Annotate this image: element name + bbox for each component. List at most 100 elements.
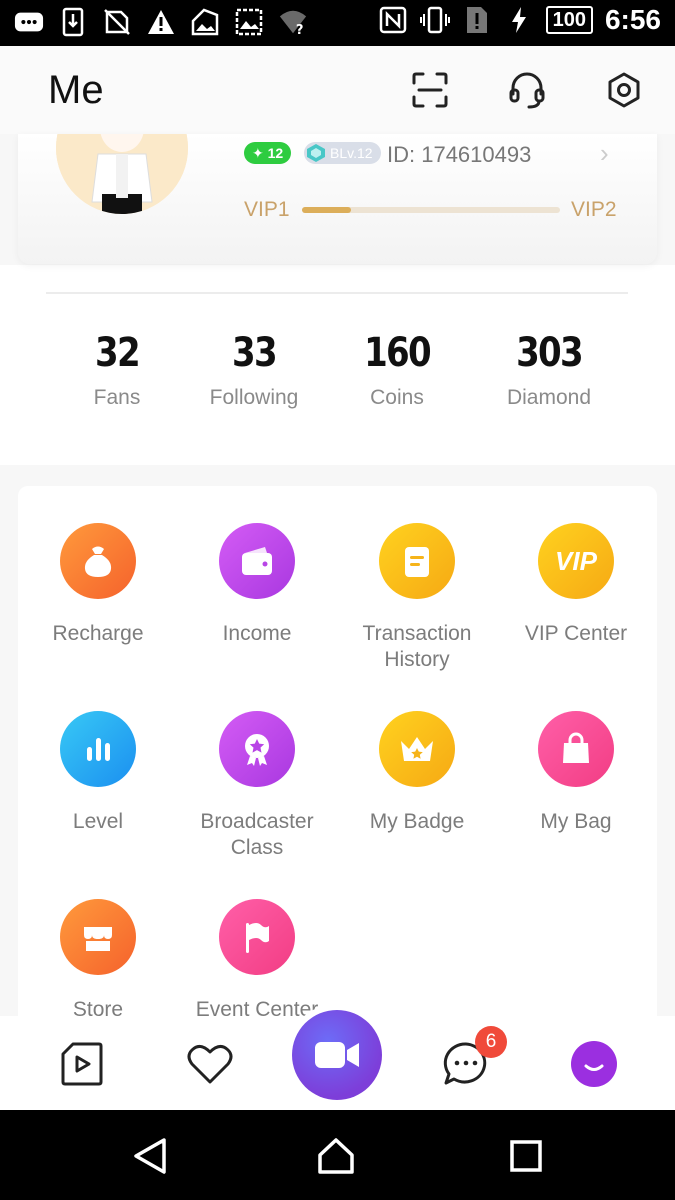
menu-recharge[interactable]: Recharge	[18, 523, 178, 647]
menu-event-center[interactable]: Event Center	[177, 899, 337, 1023]
stat-label: Following	[209, 386, 299, 409]
home-icon	[318, 1138, 354, 1174]
money-bag-icon	[84, 546, 112, 577]
menu-icon-circle	[538, 711, 614, 787]
charging-icon	[504, 4, 534, 36]
nav-videos[interactable]	[56, 1038, 108, 1090]
user-level-badge: ✦ 12	[244, 142, 292, 164]
heart-icon	[187, 1045, 233, 1084]
avatar[interactable]	[56, 134, 188, 214]
bar-chart-icon	[87, 738, 110, 761]
vip-progress-fill	[302, 207, 352, 213]
divider	[46, 292, 628, 294]
menu-level[interactable]: Level	[18, 711, 178, 835]
download-icon	[58, 6, 88, 38]
warning-icon	[146, 6, 176, 38]
profile-face-icon	[571, 1041, 617, 1087]
nfc-icon	[378, 4, 408, 36]
vip-current-level: VIP1	[244, 198, 290, 221]
photo-icon	[190, 6, 220, 38]
vip-icon: VIP	[555, 546, 598, 576]
menu-label: Transaction History	[362, 622, 472, 671]
nav-favorites[interactable]	[184, 1038, 236, 1090]
crown-icon	[401, 737, 433, 761]
menu-label: Income	[222, 622, 292, 645]
menu-grid: Recharge Income Transaction History VIP …	[18, 486, 657, 1046]
broadcaster-level-badge: BLv.12	[304, 142, 381, 164]
page-title: Me	[48, 68, 104, 112]
menu-income[interactable]: Income	[177, 523, 337, 647]
menu-icon-circle	[379, 711, 455, 787]
stat-following[interactable]: 33 Following	[179, 330, 329, 410]
menu-icon-circle	[60, 899, 136, 975]
messages-icon	[14, 6, 44, 38]
image-icon	[234, 6, 264, 38]
stats-row: 32 Fans 33 Following 160 Coins 303 Diamo…	[0, 330, 675, 440]
menu-icon-circle	[219, 523, 295, 599]
settings-button[interactable]	[602, 68, 646, 112]
wifi-question-icon: ?	[278, 6, 308, 38]
document-icon	[405, 547, 429, 577]
menu-vip-center[interactable]: VIP VIP Center	[496, 523, 656, 647]
menu-label: My Badge	[369, 810, 465, 833]
user-level-value: 12	[267, 145, 284, 161]
live-camera-icon	[315, 1042, 359, 1068]
profile-card[interactable]: ✦ 12 BLv.12 ID: 174610493 › VIP1 VIP2	[18, 134, 657, 264]
customer-service-button[interactable]	[505, 68, 549, 112]
avatar-image	[56, 134, 188, 214]
menu-label: Broadcaster Class	[200, 810, 314, 859]
wallet-icon	[242, 547, 272, 575]
headset-icon	[509, 72, 545, 109]
home-button[interactable]	[316, 1136, 356, 1176]
settings-icon	[608, 72, 640, 108]
broadcaster-level-value: BLv.12	[330, 145, 373, 161]
stat-label: Fans	[93, 386, 141, 409]
nav-me[interactable]	[568, 1038, 620, 1090]
svg-text:VIP: VIP	[555, 546, 598, 576]
system-status: 100 6:56	[378, 4, 661, 36]
menu-my-badge[interactable]: My Badge	[337, 711, 497, 835]
stat-label: Diamond	[506, 386, 592, 409]
scan-icon	[412, 72, 448, 108]
stat-value: 303	[516, 330, 584, 376]
stat-coins[interactable]: 160 Coins	[322, 330, 472, 410]
menu-icon-circle	[379, 523, 455, 599]
stat-value: 160	[364, 330, 432, 376]
menu-label: Recharge	[52, 622, 144, 645]
menu-label: VIP Center	[524, 622, 628, 645]
menu-icon-circle: VIP	[538, 523, 614, 599]
go-live-button[interactable]	[292, 1010, 382, 1100]
vip-progress-bar	[302, 207, 560, 213]
battery-level: 100	[545, 6, 593, 34]
shopping-bag-icon	[563, 732, 589, 763]
video-play-icon	[61, 1042, 103, 1086]
menu-icon-circle	[219, 899, 295, 975]
stat-diamond[interactable]: 303 Diamond	[474, 330, 624, 410]
chevron-right-icon[interactable]: ›	[600, 138, 609, 169]
vibrate-icon	[419, 4, 450, 36]
menu-my-bag[interactable]: My Bag	[496, 711, 656, 835]
stat-fans[interactable]: 32 Fans	[42, 330, 192, 410]
menu-broadcaster-class[interactable]: Broadcaster Class	[177, 711, 337, 861]
back-icon	[134, 1138, 166, 1174]
menu-icon-circle	[60, 711, 136, 787]
recents-button[interactable]	[506, 1136, 546, 1176]
sim-alert-icon	[462, 4, 492, 36]
stat-value: 33	[232, 330, 278, 376]
medal-icon	[245, 734, 269, 766]
unread-message-badge: 6	[475, 1026, 507, 1058]
status-bar: ? 100 6:56	[0, 0, 675, 46]
menu-label: My Bag	[540, 810, 612, 833]
menu-transaction-history[interactable]: Transaction History	[337, 523, 497, 673]
vip-next-level: VIP2	[571, 198, 617, 221]
back-button[interactable]	[130, 1136, 170, 1176]
scan-button[interactable]	[408, 68, 452, 112]
app-header: Me	[0, 46, 675, 134]
svg-text:?: ?	[296, 23, 304, 36]
menu-icon-circle	[60, 523, 136, 599]
menu-icon-circle	[219, 711, 295, 787]
shop-icon	[84, 927, 112, 951]
system-navigation-bar	[0, 1110, 675, 1200]
notification-icons: ?	[14, 6, 308, 38]
menu-store[interactable]: Store	[18, 899, 178, 1023]
